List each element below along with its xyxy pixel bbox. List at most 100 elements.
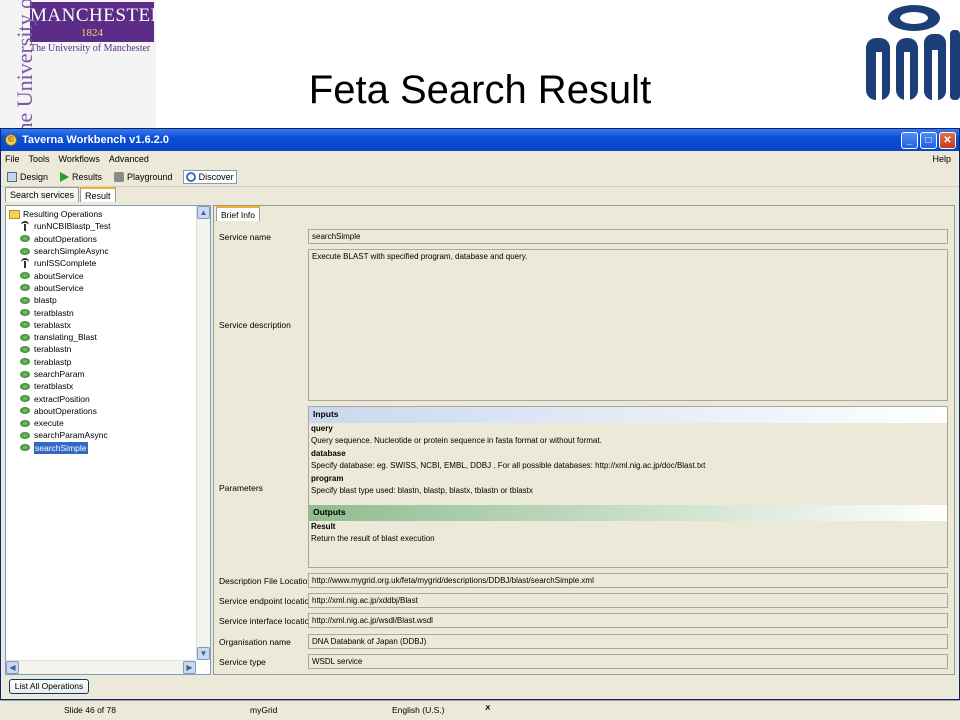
service-icon — [20, 247, 30, 255]
tree-item-label: terablastx — [34, 319, 71, 330]
param-description: Specify database: eg. SWISS, NCBI, EMBL,… — [311, 461, 706, 470]
menu-file[interactable]: File — [5, 154, 20, 164]
mygrid-logo-icon — [866, 5, 960, 100]
tree-item[interactable]: searchParamAsync — [6, 429, 196, 441]
design-button[interactable]: Design — [5, 171, 50, 183]
status-language: English (U.S.) — [392, 705, 445, 715]
tree-item-label: translating_Blast — [34, 332, 97, 343]
param-name: query — [311, 424, 333, 433]
tree-item-label: teratblastn — [34, 307, 74, 318]
spellcheck-icon[interactable]: 🗶 — [484, 703, 492, 714]
tree-item-label: searchSimple — [34, 441, 88, 454]
menu-help[interactable]: Help — [932, 154, 951, 164]
service-icon — [20, 345, 30, 353]
logo-manchester-text: MANCHESTER — [30, 5, 156, 26]
organisation-field[interactable]: DNA Databank of Japan (DDBJ) — [308, 634, 948, 649]
results-button[interactable]: Results — [58, 171, 104, 183]
tree-item[interactable]: blastp — [6, 294, 196, 306]
window-title: Taverna Workbench v1.6.2.0 — [22, 134, 169, 146]
description-file-label: Description File Location — [219, 576, 313, 586]
tree-item-label: aboutService — [34, 282, 84, 293]
service-icon — [20, 321, 30, 329]
tree-item[interactable]: aboutOperations — [6, 233, 196, 245]
tree-root-label: Resulting Operations — [23, 209, 103, 220]
tree-horizontal-scrollbar[interactable]: ◀ ▶ — [6, 660, 196, 674]
interface-field[interactable]: http://xml.nig.ac.jp/wsdl/Blast.wsdl — [308, 613, 948, 628]
scroll-up-button[interactable]: ▲ — [197, 206, 210, 219]
interface-label: Service interface location — [219, 616, 314, 626]
param-description: Specify blast type used: blastn, blastp,… — [311, 486, 533, 495]
description-file-field[interactable]: http://www.mygrid.org.uk/feta/mygrid/des… — [308, 573, 948, 588]
tree-item-label: execute — [34, 418, 64, 429]
output-description: Return the result of blast execution — [311, 534, 435, 543]
outputs-header: Outputs — [309, 505, 947, 521]
maximize-button[interactable]: □ — [920, 131, 937, 149]
endpoint-label: Service endpoint location — [219, 596, 314, 606]
tree-item[interactable]: runNCBIBlastp_Test — [6, 220, 196, 232]
tree-item[interactable]: translating_Blast — [6, 331, 196, 343]
processor-icon — [20, 258, 30, 269]
tree-item[interactable]: extractPosition — [6, 392, 196, 404]
menubar: File Tools Workflows Advanced Help — [1, 151, 959, 167]
design-icon — [7, 171, 17, 182]
tree-item[interactable]: searchSimpleAsync — [6, 245, 196, 257]
magnifier-icon — [185, 171, 196, 182]
scroll-left-button[interactable]: ◀ — [6, 661, 19, 674]
tree-item-label: terablastn — [34, 344, 72, 355]
parameters-box: Inputs query Query sequence. Nucleotide … — [308, 406, 948, 568]
tab-result[interactable]: Result — [80, 187, 116, 202]
logo-year-text: 1824 — [81, 27, 103, 39]
playground-button[interactable]: Playground — [112, 171, 175, 183]
tree-item[interactable]: runISSComplete — [6, 257, 196, 269]
service-description-field[interactable]: Execute BLAST with specified program, da… — [308, 249, 948, 401]
discover-label: Discover — [198, 171, 234, 182]
scroll-right-button[interactable]: ▶ — [183, 661, 196, 674]
param-description: Query sequence. Nucleotide or protein se… — [311, 436, 602, 445]
tree-item[interactable]: aboutOperations — [6, 405, 196, 417]
tree-vertical-scrollbar[interactable]: ▲ ▼ — [196, 206, 210, 660]
scroll-down-button[interactable]: ▼ — [197, 647, 210, 660]
tree-item[interactable]: aboutService — [6, 282, 196, 294]
discover-button[interactable]: Discover — [182, 169, 237, 184]
tree-root[interactable]: Resulting Operations — [6, 208, 196, 220]
slide: MANCHESTER 1824 The University of Manche… — [0, 0, 960, 720]
tree-item-label: teratblastx — [34, 381, 74, 392]
endpoint-field[interactable]: http://xml.nig.ac.jp/xddbj/Blast — [308, 593, 948, 608]
tree-item[interactable]: teratblastn — [6, 306, 196, 318]
manchester-logo: MANCHESTER 1824 The University of Manche… — [0, 0, 156, 128]
tree-item[interactable]: terablastn — [6, 343, 196, 355]
window-titlebar[interactable]: © Taverna Workbench v1.6.2.0 _ □ ✕ — [1, 129, 959, 151]
design-label: Design — [20, 171, 49, 182]
minimize-button[interactable]: _ — [901, 131, 918, 149]
tab-brief-info[interactable]: Brief Info — [216, 206, 261, 221]
tree-item-label: searchParamAsync — [34, 430, 108, 441]
tree-item-label: searchParam — [34, 369, 85, 379]
menu-tools[interactable]: Tools — [29, 154, 50, 164]
tree-item[interactable]: aboutService — [6, 269, 196, 281]
tree-item[interactable]: terablastx — [6, 319, 196, 331]
parameters-label: Parameters — [219, 483, 263, 493]
service-icon — [20, 382, 30, 390]
menu-workflows[interactable]: Workflows — [59, 154, 100, 164]
tab-search-services[interactable]: Search services — [5, 187, 80, 202]
tree-item[interactable]: searchSimple — [6, 441, 196, 454]
tree-item[interactable]: teratblastx — [6, 380, 196, 392]
organisation-label: Organisation name — [219, 637, 291, 647]
tree-item[interactable]: searchParam — [6, 368, 196, 380]
menu-advanced[interactable]: Advanced — [109, 154, 149, 164]
param-name: program — [311, 474, 344, 483]
tree-item-label: searchSimpleAsync — [34, 246, 109, 257]
slide-title: Feta Search Result — [308, 68, 652, 112]
playground-icon — [114, 171, 125, 182]
service-type-field[interactable]: WSDL service — [308, 654, 948, 669]
close-button[interactable]: ✕ — [939, 131, 956, 149]
list-all-operations-button[interactable]: List All Operations — [9, 679, 89, 694]
service-icon — [20, 235, 30, 243]
tree-item-label: terablastp — [34, 356, 72, 367]
service-name-field[interactable]: searchSimple — [308, 229, 948, 244]
service-icon — [20, 333, 30, 341]
logo-vertical-text: The University of Manchester — [12, 0, 37, 128]
tree-item[interactable]: terablastp — [6, 356, 196, 368]
param-name: database — [311, 449, 346, 458]
tree-item[interactable]: execute — [6, 417, 196, 429]
